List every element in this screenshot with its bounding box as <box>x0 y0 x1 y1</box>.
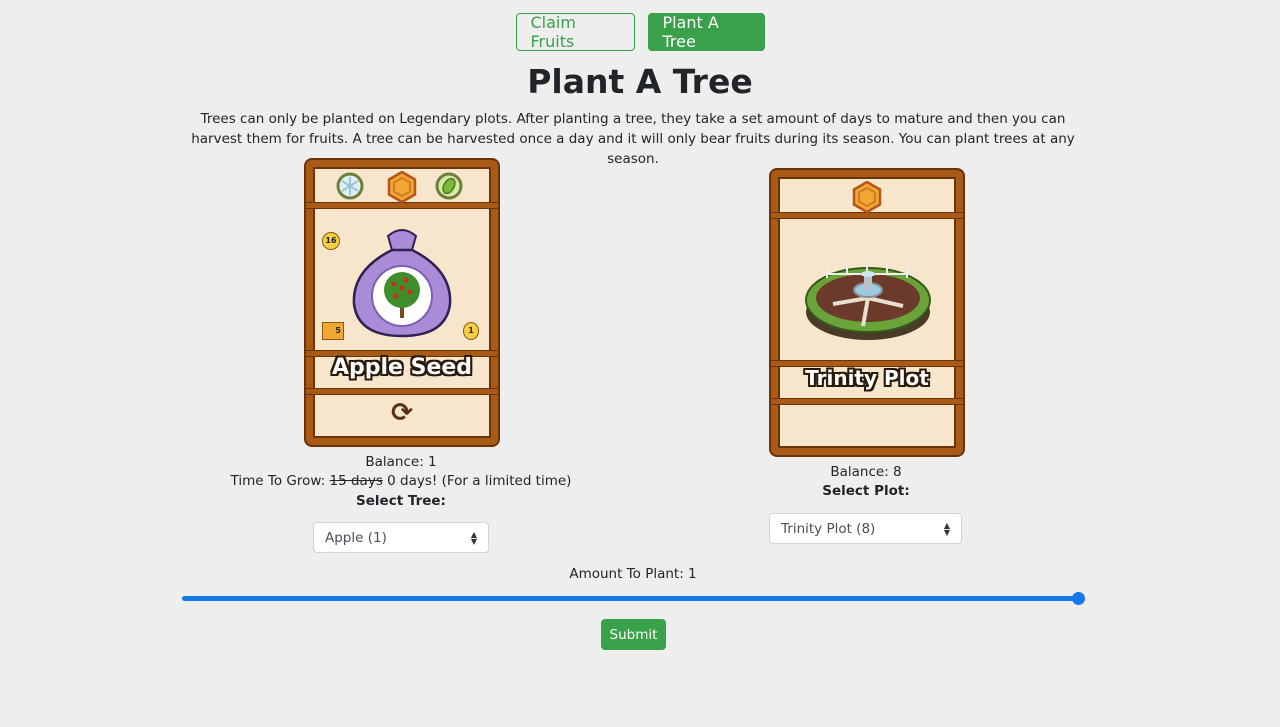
submit-button[interactable]: Submit <box>601 619 666 650</box>
claim-fruits-button[interactable]: Claim Fruits <box>515 13 635 51</box>
seed-count-badge: 16 <box>322 232 340 250</box>
leaf-icon <box>435 172 463 200</box>
grow-old-days: 15 days <box>329 473 383 489</box>
trinity-plot-card: Trinity Plot <box>771 170 963 455</box>
select-plot-label: Select Plot: <box>822 483 910 499</box>
plant-tree-button[interactable]: Plant A Tree <box>647 13 765 51</box>
plot-select-value: Trinity Plot (8) <box>781 520 876 537</box>
amount-slider-track[interactable] <box>182 596 1079 601</box>
apple-seed-card: 16 5 1 Apple Seed ⟳ <box>306 160 498 445</box>
time-to-grow: Time To Grow: 15 days 0 days! (For a lim… <box>230 472 572 491</box>
grow-prefix: Time To Grow: <box>230 473 326 489</box>
tree-balance: Balance: 1 <box>365 454 437 470</box>
select-arrows-icon: ▲ ▼ <box>943 520 950 537</box>
card-divider <box>306 388 498 395</box>
plot-balance: Balance: 8 <box>830 464 902 480</box>
snowflake-icon <box>336 172 364 200</box>
tree-select-value: Apple (1) <box>325 529 387 546</box>
fountain-garden-icon <box>805 260 931 340</box>
amount-slider-thumb[interactable] <box>1072 592 1085 605</box>
page-title: Plant A Tree <box>527 62 753 101</box>
refresh-icon[interactable]: ⟳ <box>306 396 498 430</box>
tree-select[interactable]: Apple (1) ▲ ▼ <box>313 522 489 553</box>
card-divider <box>306 202 498 209</box>
hexagon-rarity-icon <box>387 171 417 203</box>
plot-card-name: Trinity Plot <box>805 366 929 390</box>
card-divider <box>771 212 963 219</box>
card-divider <box>771 398 963 405</box>
plot-select[interactable]: Trinity Plot (8) ▲ ▼ <box>769 513 962 544</box>
seed-card-name: Apple Seed <box>331 355 473 380</box>
amount-label: Amount To Plant: 1 <box>569 566 697 582</box>
hexagon-rarity-icon <box>852 181 882 213</box>
select-arrows-icon: ▲ ▼ <box>470 529 477 546</box>
grow-new-days: 0 days! (For a limited time) <box>387 473 572 489</box>
select-tree-label: Select Tree: <box>356 493 446 509</box>
seed-bag-illustration <box>352 229 452 338</box>
level-badge: 1 <box>463 322 479 340</box>
box-badge: 5 <box>322 322 344 340</box>
top-tabs: Claim Fruits Plant A Tree <box>0 13 1280 51</box>
